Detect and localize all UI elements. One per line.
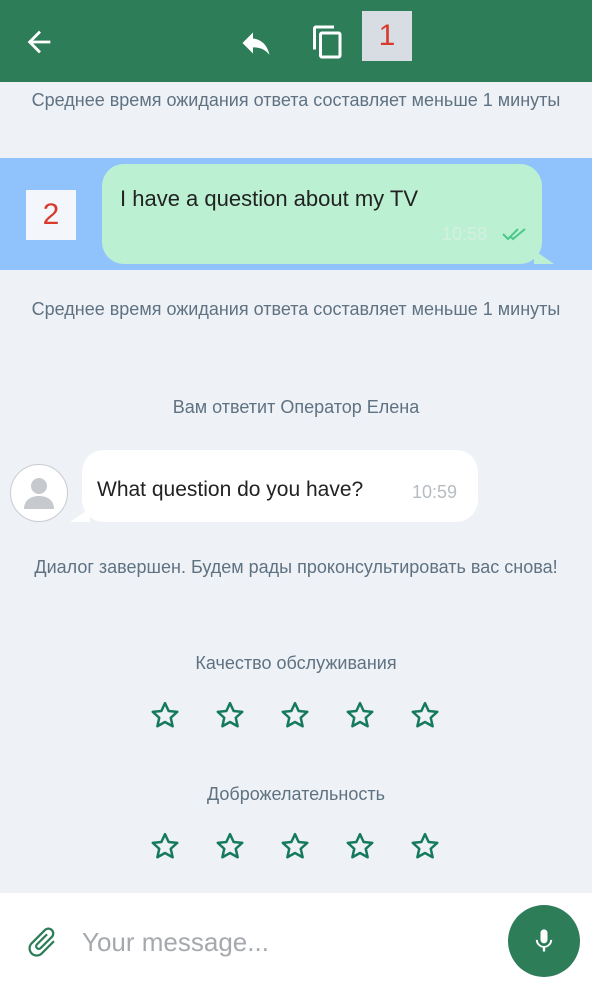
back-arrow-icon[interactable] bbox=[22, 25, 56, 59]
star-icon[interactable] bbox=[345, 831, 375, 861]
operator-notice: Вам ответит Оператор Елена bbox=[172, 397, 420, 417]
microphone-icon bbox=[535, 929, 553, 952]
attach-paperclip-icon[interactable] bbox=[24, 924, 60, 960]
wait-time-notice: Среднее время ожидания ответа составляет… bbox=[31, 90, 561, 110]
incoming-message-bubble[interactable]: What question do you have? 10:59 bbox=[70, 450, 478, 522]
top-action-bar: 1 bbox=[0, 0, 592, 82]
star-icon[interactable] bbox=[410, 700, 440, 730]
wait-time-notice: Среднее время ожидания ответа составляет… bbox=[31, 299, 561, 319]
message-selection-marker: 2 bbox=[26, 190, 76, 240]
quality-star-rating bbox=[150, 700, 440, 740]
star-icon[interactable] bbox=[215, 831, 245, 861]
friendliness-star-rating bbox=[150, 831, 440, 871]
copy-icon[interactable] bbox=[310, 24, 346, 60]
star-icon[interactable] bbox=[345, 700, 375, 730]
star-icon[interactable] bbox=[150, 831, 180, 861]
dialog-finished-notice: Диалог завершен. Будем рады проконсульти… bbox=[34, 557, 558, 577]
person-icon bbox=[24, 478, 54, 509]
star-icon[interactable] bbox=[280, 700, 310, 730]
star-icon[interactable] bbox=[215, 700, 245, 730]
incoming-message-text: What question do you have? bbox=[97, 478, 364, 501]
read-ticks-icon bbox=[502, 228, 526, 241]
quality-rating-label: Качество обслуживания bbox=[195, 653, 397, 673]
star-icon[interactable] bbox=[410, 831, 440, 861]
operator-avatar bbox=[10, 464, 68, 522]
friendliness-rating-label: Доброжелательность bbox=[206, 784, 385, 804]
reply-icon[interactable] bbox=[238, 25, 274, 61]
star-icon[interactable] bbox=[150, 700, 180, 730]
outgoing-message-text: I have a question about my TV bbox=[120, 186, 418, 211]
outgoing-message-time: 10:58 bbox=[442, 224, 488, 244]
message-input[interactable] bbox=[80, 918, 484, 966]
microphone-button[interactable] bbox=[508, 905, 580, 977]
incoming-message-time: 10:59 bbox=[412, 482, 458, 502]
star-icon[interactable] bbox=[280, 831, 310, 861]
selection-count-badge: 1 bbox=[362, 11, 412, 61]
outgoing-message-bubble[interactable]: I have a question about my TV 10:58 bbox=[102, 164, 554, 264]
